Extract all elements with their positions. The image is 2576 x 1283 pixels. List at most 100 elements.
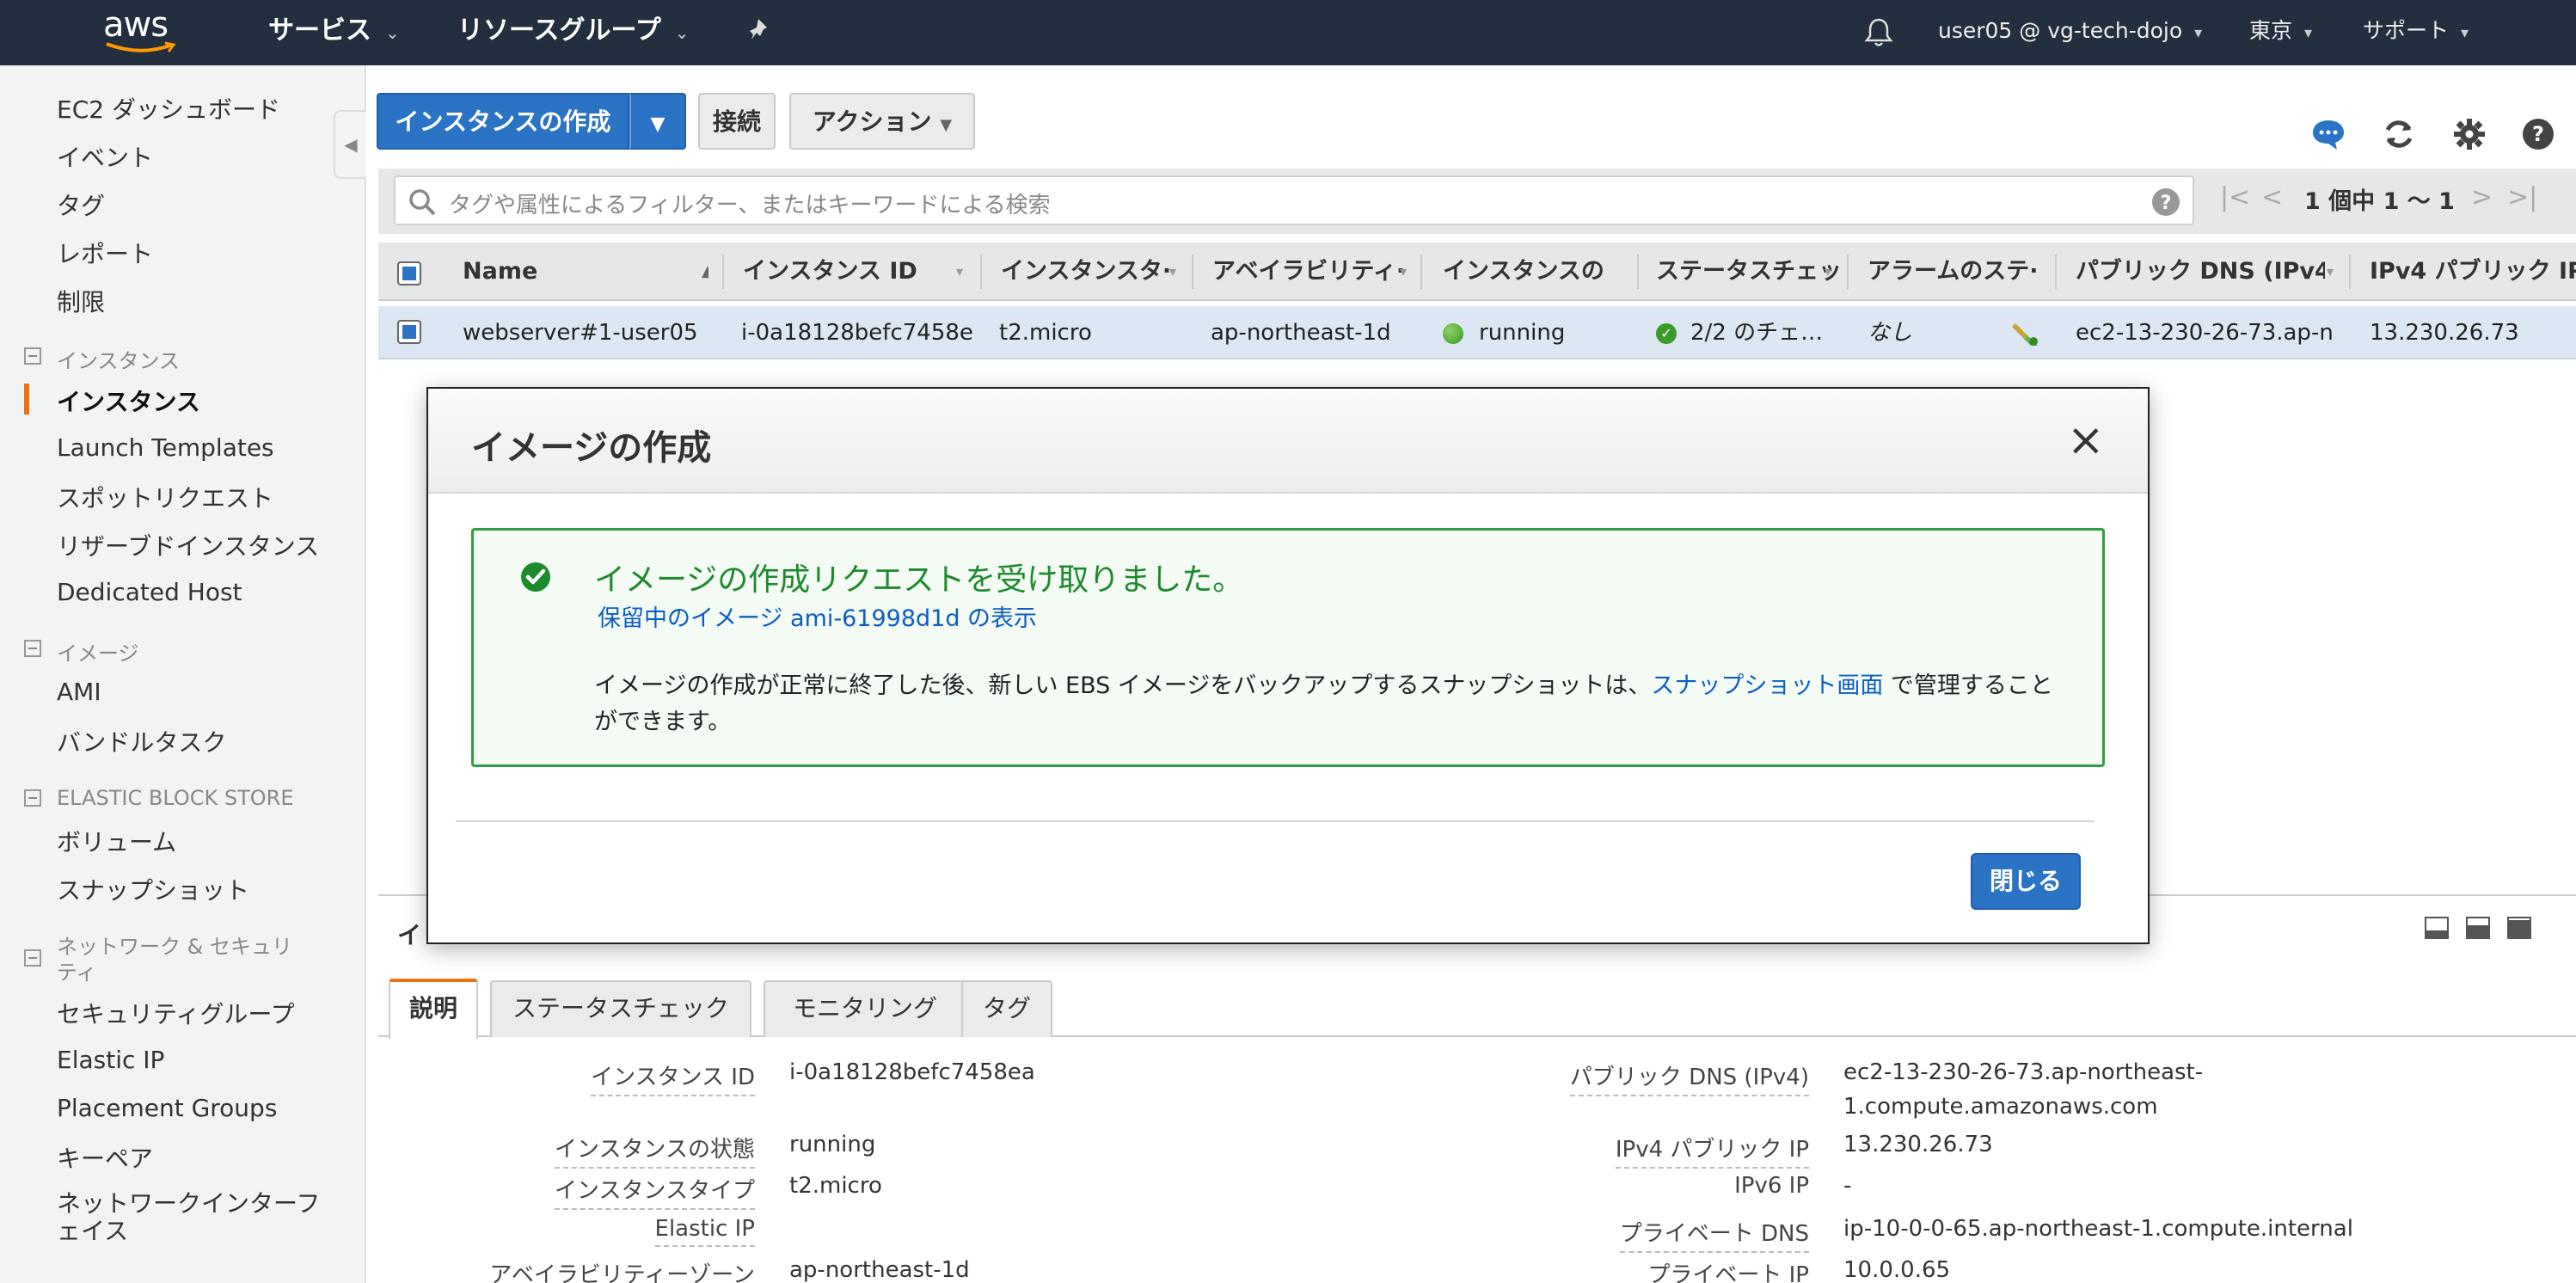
collapse-icon[interactable]	[24, 949, 41, 967]
detail-value-public-dns: ec2-13-230-26-73.ap-northeast-	[1843, 1059, 2204, 1085]
group-label: ELASTIC BLOCK STORE	[57, 786, 294, 810]
tab-status-checks[interactable]: ステータスチェック	[490, 980, 751, 1037]
tab-monitoring[interactable]: モニタリング	[764, 980, 966, 1037]
sidebar-item-instances[interactable]: インスタンス	[57, 384, 200, 418]
search-placeholder: タグや属性によるフィルター、またはキーワードによる検索	[449, 193, 1051, 218]
column-divider	[1637, 255, 1639, 289]
column-header-name[interactable]: Name▲	[463, 242, 655, 301]
sidebar-item-bundle-tasks[interactable]: バンドルタスク	[57, 724, 226, 758]
tab-tags[interactable]: タグ	[961, 980, 1052, 1037]
table-row[interactable]: webserver#1-user05 i-0a18128befc7458ea t…	[378, 306, 2576, 359]
column-header-public-ip[interactable]: IPv4 パブリック IP	[2370, 242, 2576, 301]
detail-value-public-dns-line2: 1.compute.amazonaws.com	[1843, 1094, 2158, 1120]
sidebar-item-ami[interactable]: AMI	[57, 678, 101, 706]
chevron-down-icon: ⌄	[674, 22, 690, 43]
view-pending-image-link[interactable]: 保留中のイメージ ami-61998d1d の表示	[598, 599, 1037, 633]
sidebar-item-security-groups[interactable]: セキュリティグループ	[57, 996, 295, 1030]
sidebar-group-ebs[interactable]: ELASTIC BLOCK STORE	[24, 786, 293, 810]
help-icon[interactable]: ?	[2521, 117, 2555, 151]
column-header-instance-type[interactable]: インスタンスタ·	[1001, 242, 1195, 301]
sidebar-item-events[interactable]: イベント	[57, 139, 153, 174]
next-page-icon[interactable]: >	[2471, 182, 2493, 212]
state-text: running	[1479, 320, 1566, 346]
sidebar-item-reserved-instances[interactable]: リザーブドインスタンス	[57, 528, 319, 562]
create-instance-button[interactable]: インスタンスの作成	[377, 93, 629, 150]
sidebar-item-placement-groups[interactable]: Placement Groups	[57, 1094, 277, 1122]
resource-groups-label: リソースグループ	[457, 15, 661, 46]
detail-label-instance-type: インスタンスタイプ	[555, 1173, 755, 1210]
pin-icon[interactable]	[750, 0, 774, 65]
cell-instance-type: t2.micro	[999, 320, 1092, 346]
aws-logo[interactable]: aws	[101, 5, 181, 57]
resource-groups-menu[interactable]: リソースグループ ⌄	[457, 0, 689, 65]
actions-button[interactable]: アクション ▼	[789, 93, 975, 150]
connect-button[interactable]: 接続	[698, 93, 776, 150]
gear-icon[interactable]	[2452, 117, 2487, 151]
support-menu[interactable]: サポート ▾	[2363, 0, 2469, 65]
pane-size-medium-icon[interactable]	[2466, 917, 2490, 939]
search-help-icon[interactable]: ?	[2151, 187, 2180, 217]
region-menu[interactable]: 東京 ▾	[2249, 0, 2312, 65]
row-checkbox[interactable]	[397, 320, 421, 344]
pane-size-small-icon[interactable]	[2425, 917, 2449, 939]
column-header-instance-state[interactable]: インスタンスの	[1443, 242, 1632, 301]
close-icon[interactable]: ×	[2067, 416, 2105, 464]
first-page-icon[interactable]: |<	[2220, 182, 2250, 212]
top-navigation: aws サービス ⌄ リソースグループ ⌄ user05 @ vg-tech-doj…	[0, 0, 2576, 65]
sidebar-item-network-interfaces[interactable]: ネットワークインターフ ェイス	[57, 1190, 320, 1245]
last-page-icon[interactable]: >|	[2507, 182, 2537, 212]
sidebar-item-elastic-ip[interactable]: Elastic IP	[57, 1046, 164, 1074]
services-menu[interactable]: サービス ⌄	[268, 0, 400, 65]
select-all-checkbox[interactable]	[397, 261, 421, 285]
column-header-availability-zone[interactable]: アベイラビリティ·	[1212, 242, 1408, 301]
snapshots-link[interactable]: スナップショット画面	[1651, 672, 1883, 699]
bell-icon[interactable]	[1864, 0, 1893, 65]
pane-size-large-icon[interactable]	[2507, 917, 2531, 939]
sidebar-collapse-button[interactable]: ◀	[334, 110, 366, 179]
sidebar-item-volumes[interactable]: ボリューム	[57, 824, 176, 858]
detail-value-instance-type: t2.micro	[789, 1173, 882, 1199]
search-input[interactable]: タグや属性によるフィルター、またはキーワードによる検索 ?	[394, 175, 2194, 225]
chat-icon[interactable]	[2311, 117, 2346, 151]
sidebar-item-reports[interactable]: レポート	[57, 236, 153, 270]
sidebar-item-ec2-dashboard[interactable]: EC2 ダッシュボード	[57, 91, 280, 126]
create-instance-dropdown[interactable]: ▼	[629, 93, 686, 150]
sidebar-item-key-pairs[interactable]: キーペア	[57, 1140, 153, 1175]
sidebar-item-dedicated-host[interactable]: Dedicated Host	[57, 578, 242, 606]
column-header-status-check[interactable]: ステータスチェッ	[1656, 242, 1840, 301]
detail-value-availability-zone: ap-northeast-1d	[789, 1257, 970, 1283]
create-alarm-icon[interactable]	[2012, 306, 2046, 359]
sidebar-item-tags[interactable]: タグ	[57, 187, 105, 222]
sort-icon: ▾	[2327, 263, 2334, 279]
cell-alarm-status: なし	[1868, 320, 1913, 346]
chevron-down-icon: ▼	[650, 114, 665, 135]
sort-asc-icon: ▲	[702, 262, 708, 280]
sort-icon: ▾	[1825, 263, 1832, 279]
sidebar-group-instances[interactable]: インスタンス	[24, 344, 180, 374]
column-header-alarm-status[interactable]: アラームのステ·	[1868, 242, 2050, 301]
sidebar-group-network[interactable]: ネットワーク & セキュリ ティ	[24, 934, 292, 985]
sidebar-group-images[interactable]: イメージ	[24, 636, 139, 666]
column-header-public-dns[interactable]: パブリック DNS (IPv4)	[2076, 242, 2325, 301]
detail-label-private-ip: プライベート IP	[1647, 1257, 1809, 1283]
detail-value-public-ip: 13.230.26.73	[1843, 1132, 1993, 1157]
column-header-instance-id[interactable]: インスタンス ID	[743, 242, 966, 301]
detail-label-instance-id: インスタンス ID	[591, 1059, 755, 1096]
close-button[interactable]: 閉じる	[1971, 853, 2081, 910]
refresh-icon[interactable]	[2382, 117, 2416, 151]
tab-description[interactable]: 説明	[389, 979, 478, 1039]
user-menu[interactable]: user05 @ vg-tech-dojo ▾	[1938, 0, 2202, 65]
column-divider	[1192, 255, 1193, 289]
sidebar-item-spot-requests[interactable]: スポットリクエスト	[57, 480, 273, 514]
sidebar-item-snapshots[interactable]: スナップショット	[57, 872, 249, 906]
detail-label-elastic-ip: Elastic IP	[654, 1216, 755, 1247]
svg-text:?: ?	[2161, 193, 2172, 214]
collapse-icon[interactable]	[24, 789, 41, 807]
sidebar-item-limits[interactable]: 制限	[57, 284, 105, 318]
collapse-icon[interactable]	[24, 640, 41, 657]
header-label: Name	[463, 258, 538, 285]
sidebar-item-launch-templates[interactable]: Launch Templates	[57, 433, 274, 462]
collapse-icon[interactable]	[24, 347, 41, 365]
previous-page-icon[interactable]: <	[2261, 182, 2283, 212]
chevron-down-icon: ▾	[2194, 24, 2203, 42]
